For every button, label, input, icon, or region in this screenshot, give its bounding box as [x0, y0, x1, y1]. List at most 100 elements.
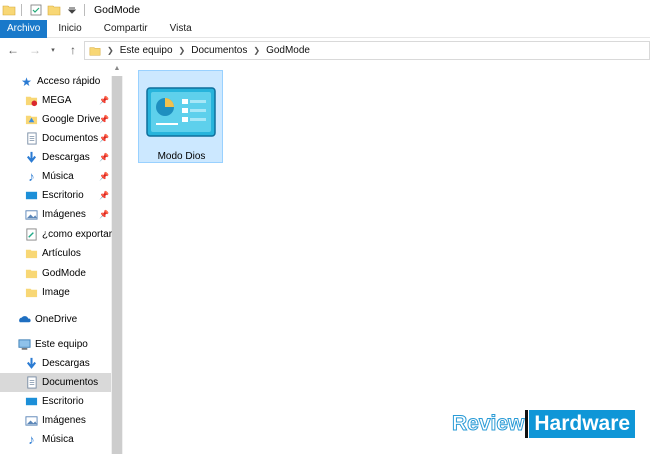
- computer-icon: [18, 339, 31, 350]
- pin-icon: 📌: [99, 153, 109, 162]
- sidebar-item-label: Escritorio: [42, 190, 84, 201]
- tab-vista[interactable]: Vista: [159, 20, 203, 38]
- sidebar-item-articulos[interactable]: Artículos: [25, 244, 111, 263]
- properties-icon[interactable]: [29, 3, 43, 17]
- documents-icon: [27, 376, 37, 389]
- sidebar-item-label: Descargas: [42, 358, 90, 369]
- control-panel-icon: [146, 87, 216, 137]
- sidebar-item-label: Documentos: [42, 377, 99, 388]
- pictures-icon: [25, 210, 38, 220]
- folder-icon: [25, 269, 38, 279]
- sidebar-item-label: GodMode: [42, 268, 86, 279]
- address-bar[interactable]: ❯ Este equipo ❯ Documentos ❯ GodMode: [84, 41, 650, 60]
- sidebar-item-pc-documentos[interactable]: Documentos: [0, 373, 111, 392]
- sidebar-item-musica[interactable]: ♪ Música 📌: [25, 167, 111, 186]
- sidebar-item-label: Acceso rápido: [37, 76, 101, 87]
- navigation-bar: ← → ▾ ↑ ❯ Este equipo ❯ Documentos ❯ God…: [0, 38, 650, 62]
- forward-icon[interactable]: →: [28, 43, 42, 57]
- recent-locations-icon[interactable]: ▾: [46, 43, 60, 57]
- desktop-icon: [25, 191, 38, 200]
- window-title: GodMode: [94, 4, 141, 16]
- music-icon: ♪: [28, 432, 35, 447]
- scroll-up-arrow[interactable]: ▲: [111, 62, 123, 76]
- sidebar-item-pc-descargas[interactable]: Descargas: [25, 354, 111, 373]
- new-folder-icon[interactable]: [47, 3, 61, 17]
- folder-icon: [89, 46, 101, 56]
- breadcrumb-godmode[interactable]: GodMode: [266, 45, 310, 56]
- sidebar-item-label: Google Drive: [42, 114, 101, 125]
- chevron-right-icon[interactable]: ❯: [107, 46, 114, 55]
- divider: [84, 4, 85, 16]
- sidebar-item-mega[interactable]: MEGA 📌: [25, 91, 111, 110]
- sidebar-item-label: OneDrive: [35, 314, 78, 325]
- sidebar-item-imagenes[interactable]: Imágenes 📌: [25, 205, 111, 224]
- desktop-icon: [25, 397, 38, 406]
- folder-icon: [25, 249, 38, 259]
- file-item-modo-dios[interactable]: Modo Dios: [138, 70, 223, 163]
- scrollbar-thumb[interactable]: [112, 76, 122, 454]
- pin-icon: 📌: [99, 210, 109, 219]
- sidebar-item-acceso-rapido[interactable]: ★ Acceso rápido: [20, 72, 111, 91]
- sidebar-item-label: Música: [42, 434, 74, 445]
- watermark-logo: Review Hardware: [451, 410, 636, 438]
- breadcrumb-este-equipo[interactable]: Este equipo: [120, 45, 173, 56]
- back-icon[interactable]: ←: [6, 43, 20, 57]
- sidebar-item-label: MEGA: [42, 95, 72, 106]
- sidebar-item-label: ¿como exportar: [42, 229, 113, 240]
- chevron-right-icon[interactable]: ❯: [253, 46, 260, 55]
- sidebar-item-label: Artículos: [42, 248, 81, 259]
- pin-icon: 📌: [99, 191, 109, 200]
- download-icon: [26, 151, 37, 163]
- sidebar-item-documentos[interactable]: Documentos 📌: [25, 129, 111, 148]
- documents-icon: [27, 132, 37, 145]
- breadcrumb-documentos[interactable]: Documentos: [191, 45, 247, 56]
- sidebar-item-godmode[interactable]: GodMode: [25, 264, 111, 283]
- sidebar-item-escritorio[interactable]: Escritorio 📌: [25, 186, 111, 205]
- music-icon: ♪: [28, 169, 35, 184]
- watermark-review-text: Review: [451, 412, 525, 436]
- star-icon: ★: [21, 74, 32, 89]
- ribbon-tabs: Archivo Inicio Compartir Vista: [0, 20, 650, 38]
- watermark-bar: [525, 410, 529, 438]
- up-icon[interactable]: ↑: [66, 43, 80, 57]
- pin-icon: 📌: [99, 96, 109, 105]
- sidebar-item-label: Image: [42, 287, 70, 298]
- sidebar-item-label: Este equipo: [35, 339, 88, 350]
- tab-compartir[interactable]: Compartir: [93, 20, 159, 38]
- pin-icon: 📌: [99, 134, 109, 143]
- shortcut-icon: [26, 228, 37, 241]
- google-drive-icon: [25, 115, 38, 125]
- sidebar-item-google-drive[interactable]: Google Drive 📌: [25, 110, 111, 129]
- divider: [21, 4, 22, 16]
- title-bar: GodMode: [0, 0, 650, 20]
- sidebar-item-descargas[interactable]: Descargas 📌: [25, 148, 111, 167]
- sidebar-item-pc-musica[interactable]: ♪ Música: [25, 430, 111, 449]
- tab-inicio[interactable]: Inicio: [47, 20, 92, 38]
- sidebar-item-label: Descargas: [42, 152, 90, 163]
- sidebar-item-pc-escritorio[interactable]: Escritorio: [25, 392, 111, 411]
- tab-archivo[interactable]: Archivo: [0, 20, 48, 38]
- chevron-right-icon[interactable]: ❯: [179, 46, 186, 55]
- sidebar-item-label: Música: [42, 171, 74, 182]
- sidebar-item-label: Imágenes: [42, 415, 86, 426]
- cloud-icon: [19, 316, 31, 323]
- mega-folder-icon: [25, 96, 38, 107]
- folder-icon: [2, 5, 16, 16]
- folder-icon: [25, 288, 38, 298]
- customize-toolbar-icon[interactable]: [65, 3, 79, 17]
- watermark-hardware-text: Hardware: [529, 410, 636, 438]
- sidebar-item-label: Escritorio: [42, 396, 84, 407]
- pictures-icon: [25, 416, 38, 426]
- sidebar-item-onedrive[interactable]: OneDrive: [18, 310, 111, 329]
- pin-icon: 📌: [99, 115, 109, 124]
- sidebar-item-pc-imagenes[interactable]: Imágenes: [25, 411, 111, 430]
- sidebar-item-image[interactable]: Image: [25, 283, 111, 302]
- sidebar-item-label: Documentos: [42, 133, 99, 144]
- pin-icon: 📌: [99, 172, 109, 181]
- file-item-label: Modo Dios: [157, 151, 206, 162]
- sidebar-item-label: Imágenes: [42, 209, 86, 220]
- sidebar-item-este-equipo[interactable]: Este equipo: [18, 335, 111, 354]
- file-list[interactable]: Modo Dios: [124, 62, 650, 454]
- sidebar-item-como-exportar[interactable]: ¿como exportar: [25, 225, 113, 244]
- download-icon: [26, 357, 37, 369]
